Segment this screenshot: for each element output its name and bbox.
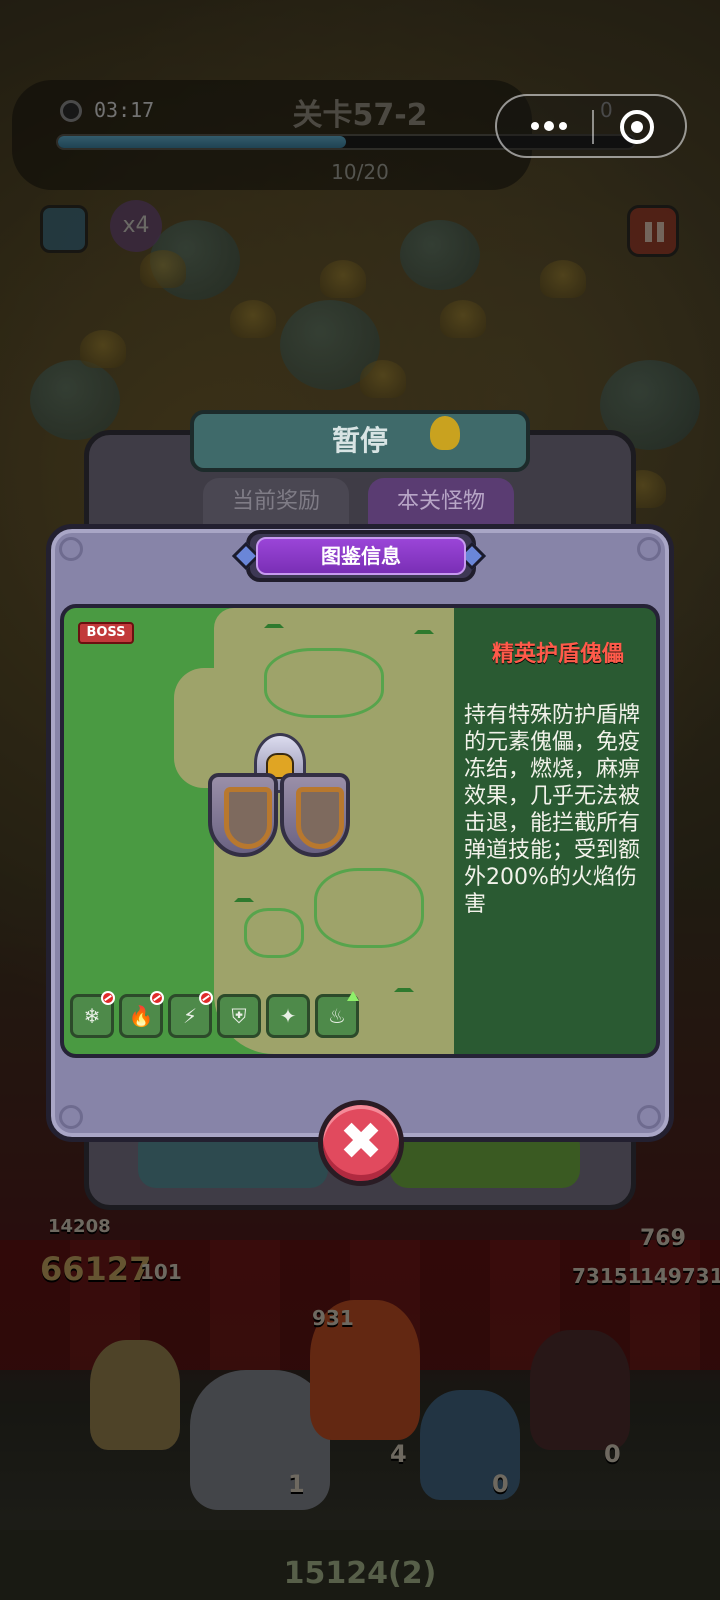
grass-tuft — [414, 620, 434, 634]
trait-glyph: ✦ — [279, 1004, 297, 1028]
trait-glyph: 🔥 — [128, 1004, 154, 1028]
map-crack — [314, 868, 424, 948]
map-crack — [244, 908, 304, 958]
monster-description: 持有特殊防护盾牌的元素傀儡，免疫冻结，燃烧，麻痹效果，几乎无法被击退，能拦截所有… — [464, 703, 641, 917]
shield-icon[interactable]: ⛨ — [217, 994, 261, 1038]
corner-ornament — [59, 537, 83, 561]
codex-title: 图鉴信息 — [256, 537, 466, 575]
paralysis-immune-icon[interactable]: ⚡ — [168, 991, 213, 1038]
immune-mark-icon — [150, 991, 164, 1005]
golem-shield-left — [208, 773, 278, 857]
boss-tag: BOSS — [78, 622, 134, 644]
lightbulb-icon[interactable] — [430, 416, 460, 450]
grass-tuft — [394, 978, 414, 992]
corner-ornament — [59, 1105, 83, 1129]
trait-glyph: ⚡ — [182, 1004, 198, 1028]
grass-tuft — [264, 614, 284, 628]
knockback-resist-icon[interactable]: ✦ — [266, 994, 310, 1038]
tab-level-monsters[interactable]: 本关怪物 — [368, 478, 514, 528]
immune-mark-icon — [199, 991, 213, 1005]
trait-glyph: ♨ — [328, 1004, 346, 1028]
freeze-immune-icon[interactable]: ❄ — [70, 991, 115, 1038]
capsule-divider — [592, 110, 594, 144]
more-options-icon[interactable] — [525, 112, 573, 140]
trait-glyph: ❄ — [83, 1004, 101, 1028]
burn-immune-icon[interactable]: 🔥 — [119, 991, 164, 1038]
pause-title: 暂停 — [190, 410, 530, 472]
immune-mark-icon — [101, 991, 115, 1005]
grass-tuft — [234, 888, 254, 902]
fire-weakness-icon[interactable]: ♨ — [315, 991, 359, 1038]
trait-glyph: ⛨ — [231, 1004, 247, 1028]
miniprogram-capsule — [495, 94, 687, 158]
close-button[interactable]: ✖ — [318, 1100, 404, 1186]
map-crack — [264, 648, 384, 718]
shield-golem-sprite — [204, 733, 354, 873]
tab-current-reward[interactable]: 当前奖励 — [203, 478, 349, 528]
close-miniprogram-icon[interactable] — [620, 110, 654, 144]
weakness-up-icon — [347, 991, 359, 1001]
monster-card: BOSS ❄ 🔥 ⚡ ⛨ ✦ ♨ 精英护盾傀儡 持有特殊防护盾牌的元素傀儡，免疫冻结，燃烧… — [60, 604, 660, 1058]
golem-shield-right — [280, 773, 350, 857]
corner-ornament — [637, 537, 661, 561]
monster-preview: BOSS ❄ 🔥 ⚡ ⛨ ✦ ♨ — [64, 608, 454, 1054]
monster-name: 精英护盾傀儡 — [491, 642, 624, 667]
corner-ornament — [637, 1105, 661, 1129]
trait-row: ❄ 🔥 ⚡ ⛨ ✦ ♨ — [70, 991, 359, 1038]
